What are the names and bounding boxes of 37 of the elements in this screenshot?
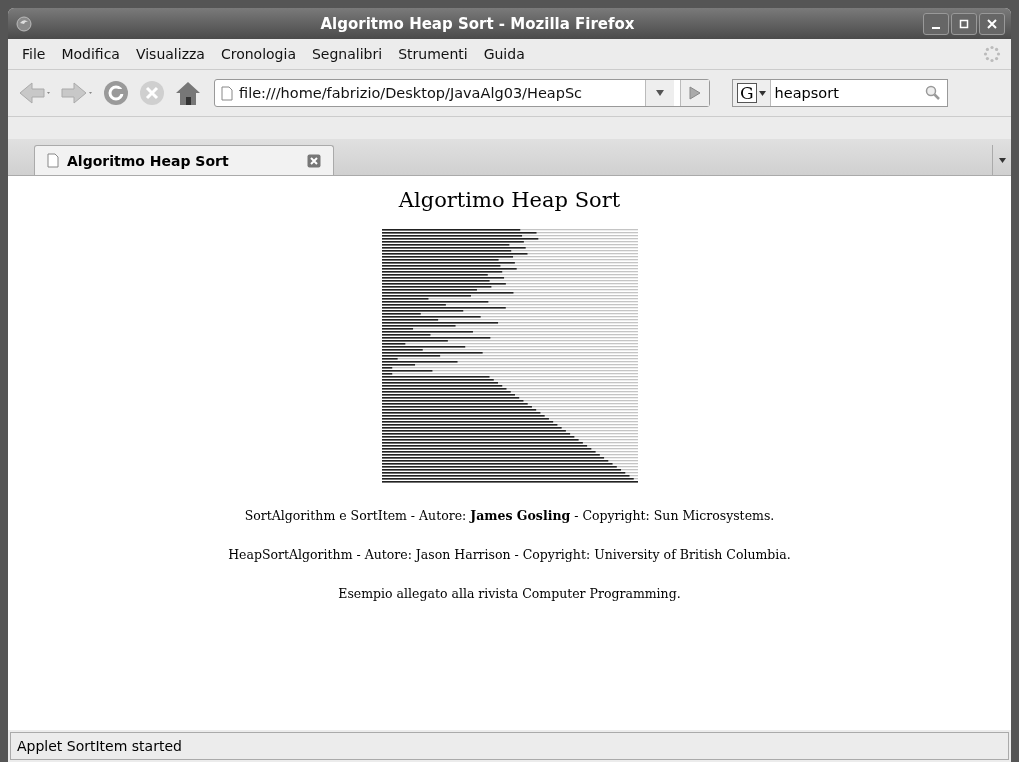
caret-icon (758, 90, 766, 96)
history-dropdown-button[interactable] (645, 80, 674, 106)
credit-text: SortAlgorithm e SortItem - Autore: James Gosling - Copyright: Sun Microsystems. (244, 508, 775, 523)
home-icon[interactable] (174, 79, 202, 107)
credit-text: HeapSortAlgorithm - Autore: Jason Harrison - Copyright: University of British Columbia. (228, 547, 791, 562)
search-field[interactable]: G heapsort (732, 79, 948, 107)
minimize-icon (932, 26, 940, 29)
close-tab-icon[interactable] (307, 153, 321, 168)
minimize-button[interactable] (923, 12, 949, 35)
reload-icon[interactable] (102, 79, 130, 107)
caret-icon (656, 90, 664, 96)
menu-item[interactable]: Strumenti (390, 46, 476, 62)
menu-item[interactable]: Visualizza (127, 46, 213, 62)
page-icon (47, 153, 59, 168)
address-field[interactable]: file:///home/fabrizio/Desktop/JavaAlg03/HeapSc (214, 79, 710, 107)
maximize-button[interactable] (951, 12, 977, 35)
page-heading: Algortimo Heap Sort (398, 188, 621, 212)
play-icon (689, 86, 701, 100)
caret-icon (998, 157, 1006, 163)
status-bar: Applet SortItem started (10, 732, 1009, 760)
close-button[interactable] (979, 12, 1005, 35)
close-icon (987, 18, 997, 29)
search-engine-button[interactable]: G (733, 80, 771, 106)
throbber-icon (983, 45, 1001, 63)
firefox-icon (16, 15, 32, 32)
menu-item[interactable]: Cronologia (212, 46, 304, 62)
maximize-icon (959, 18, 969, 29)
page-icon (221, 85, 233, 101)
menu-item[interactable]: Guida (475, 46, 533, 62)
menu-item[interactable]: File (14, 46, 54, 62)
menu-item[interactable]: Segnalibri (303, 46, 391, 62)
search-icon[interactable] (925, 85, 941, 101)
menu-item[interactable]: Modifica (53, 46, 128, 62)
go-button[interactable] (680, 80, 709, 106)
browser-tab[interactable]: Algoritmo Heap Sort (34, 145, 334, 175)
credit-text: Esempio allegato alla rivista Computer Programming. (338, 586, 681, 601)
window-title: Algoritmo Heap Sort - Mozilla Firefox (319, 14, 636, 33)
